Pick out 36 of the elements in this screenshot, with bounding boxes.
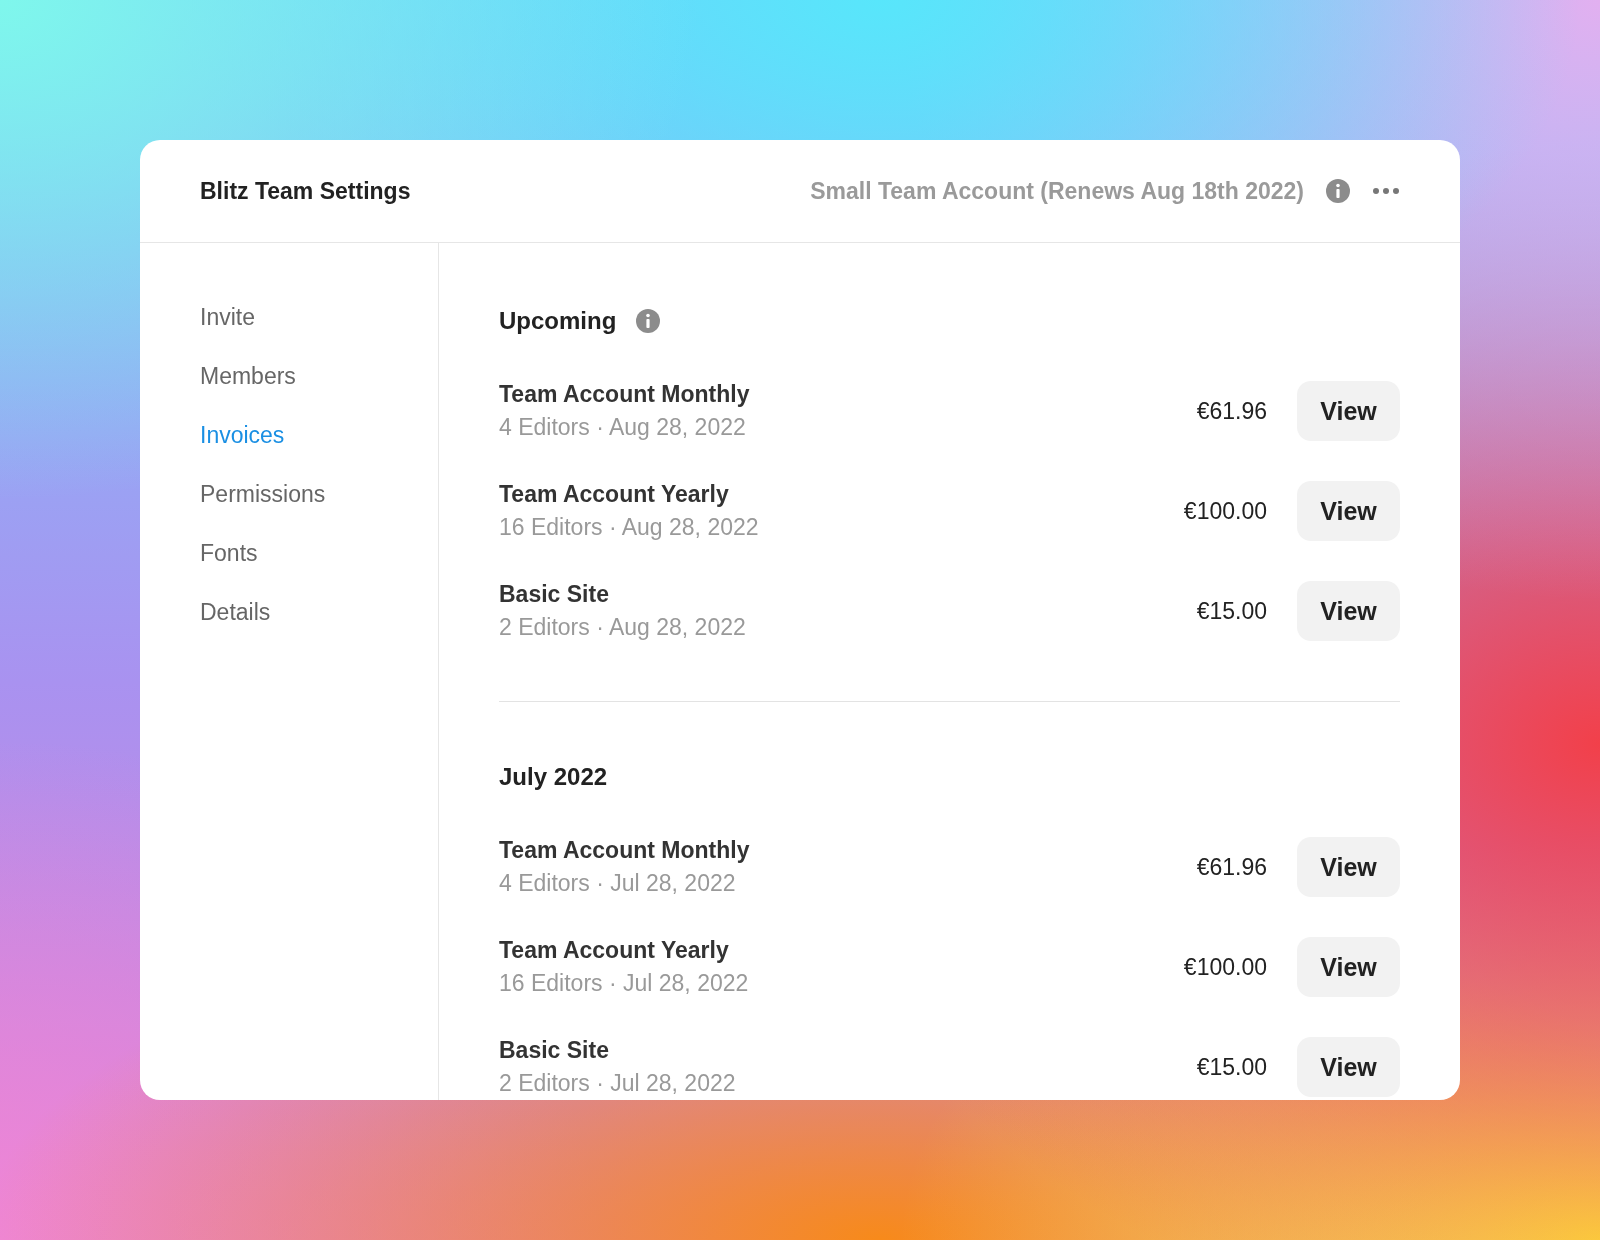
invoice-name: Basic Site <box>499 581 610 608</box>
plan-status: Small Team Account (Renews Aug 18th 2022) <box>810 177 1304 205</box>
invoice-price: €15.00 <box>1196 1053 1267 1081</box>
section-title: Upcoming <box>499 306 617 336</box>
view-button[interactable]: View <box>1297 381 1400 441</box>
view-button[interactable]: View <box>1297 581 1400 641</box>
invoice-details: 2 Editors · Aug 28, 2022 <box>499 614 747 641</box>
view-button[interactable]: View <box>1297 481 1400 541</box>
sidebar-item[interactable]: Fonts <box>200 538 258 568</box>
section-title: July 2022 <box>499 762 608 792</box>
more-icon[interactable] <box>1372 187 1400 195</box>
sidebar-item[interactable]: Members <box>200 361 296 391</box>
invoice-details: 4 Editors · Jul 28, 2022 <box>499 870 737 897</box>
invoice-name: Team Account Yearly <box>499 937 730 964</box>
invoice-price: €100.00 <box>1183 953 1267 981</box>
invoice-details: 2 Editors · Jul 28, 2022 <box>499 1070 737 1097</box>
window-title: Blitz Team Settings <box>200 177 412 205</box>
invoice-details: 4 Editors · Aug 28, 2022 <box>499 414 747 441</box>
info-icon[interactable] <box>1326 179 1350 203</box>
invoice-details: 16 Editors · Aug 28, 2022 <box>499 514 760 541</box>
view-button[interactable]: View <box>1297 937 1400 997</box>
invoice-name: Team Account Monthly <box>499 837 751 864</box>
view-button[interactable]: View <box>1297 1037 1400 1097</box>
info-icon[interactable] <box>636 309 661 333</box>
sidebar-item[interactable]: Invite <box>200 302 255 332</box>
invoice-name: Team Account Yearly <box>499 481 730 508</box>
sidebar-item[interactable]: Details <box>200 597 271 627</box>
invoice-price: €61.96 <box>1196 853 1267 881</box>
invoice-name: Team Account Monthly <box>499 381 751 408</box>
view-button[interactable]: View <box>1297 837 1400 897</box>
invoice-price: €61.96 <box>1196 397 1267 425</box>
invoice-price: €15.00 <box>1196 597 1267 625</box>
invoice-details: 16 Editors · Jul 28, 2022 <box>499 970 750 997</box>
invoice-name: Basic Site <box>499 1037 610 1064</box>
invoice-price: €100.00 <box>1183 497 1267 525</box>
sidebar-item[interactable]: Permissions <box>200 479 326 509</box>
